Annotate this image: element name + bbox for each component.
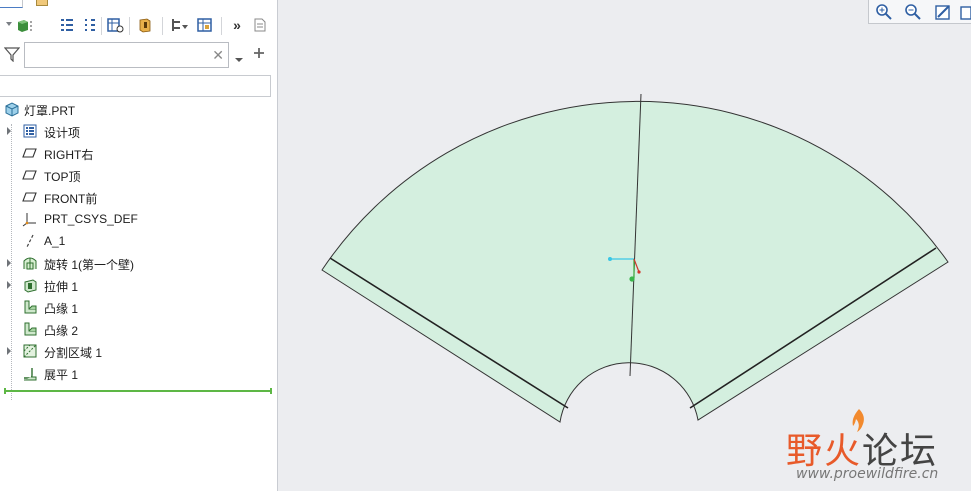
expand-arrow-icon[interactable] (7, 347, 11, 355)
layer-view-icon[interactable] (104, 15, 126, 35)
revolve-wall-icon (22, 255, 38, 271)
model-tree-panel: » ✕ 灯罩.PRT 设计项 RIGHT右 TOP顶 FRONT前 PRT_CS… (0, 0, 278, 491)
tree-item-label: PRT_CSYS_DEF (44, 212, 138, 226)
flame-icon (852, 409, 864, 432)
panel-tab-strip (0, 0, 277, 8)
tree-search-box: ✕ (24, 42, 229, 68)
expand-arrow-icon[interactable] (7, 281, 11, 289)
layers-icon (22, 123, 38, 139)
datum-plane-icon (22, 167, 38, 183)
tree-item-label: RIGHT右 (44, 148, 94, 162)
insert-here-marker[interactable] (4, 388, 272, 394)
notes-icon[interactable] (250, 15, 270, 35)
extrude-icon (22, 277, 38, 293)
tree-root-part[interactable]: 灯罩.PRT (0, 98, 277, 120)
tree-item-label: FRONT前 (44, 192, 98, 206)
tree-item-label: 凸缘 1 (44, 302, 79, 316)
tree-search-input[interactable] (29, 44, 213, 68)
tree-item-right-plane[interactable]: RIGHT右 (0, 142, 277, 164)
part-icon (4, 101, 20, 117)
app-window: » ✕ 灯罩.PRT 设计项 RIGHT右 TOP顶 FRONT前 PRT_CS… (0, 0, 971, 491)
tree-item-axis[interactable]: A_1 (0, 230, 277, 252)
table-view-icon[interactable] (194, 15, 216, 35)
tree-item-flange-1[interactable]: 凸缘 1 (0, 296, 277, 318)
tree-columns-icon[interactable] (56, 15, 78, 35)
tree-item-label: 拉伸 1 (44, 280, 79, 294)
forum-watermark: 野火论坛 www.proewildfire.cn (786, 408, 971, 488)
watermark-url: www.proewildfire.cn (796, 466, 939, 482)
zoom-in-icon[interactable] (873, 1, 895, 23)
filter-funnel-icon[interactable] (3, 46, 21, 67)
flange-icon (22, 321, 38, 337)
zoom-out-icon[interactable] (902, 1, 924, 23)
expand-arrow-icon[interactable] (7, 259, 11, 267)
tree-item-flange-2[interactable]: 凸缘 2 (0, 318, 277, 340)
toolbar-separator (221, 17, 222, 35)
tree-filter-bar: ✕ (0, 42, 277, 70)
search-dropdown-icon[interactable] (234, 51, 244, 69)
toolbar-separator (162, 17, 163, 35)
toolbar-separator (101, 17, 102, 35)
tree-item-label: A_1 (44, 234, 66, 248)
datum-plane-icon (22, 145, 38, 161)
show-menu-button[interactable] (4, 15, 34, 35)
tree-settings-icon[interactable] (168, 15, 192, 35)
tree-item-design-items[interactable]: 设计项 (0, 120, 277, 142)
datum-axis-icon (22, 233, 38, 249)
tree-item-label: 凸缘 2 (44, 324, 79, 338)
add-filter-icon[interactable] (252, 46, 266, 65)
unbend-icon (22, 365, 38, 381)
model-tree-tab[interactable] (0, 0, 23, 8)
tree-item-label: 展平 1 (44, 368, 79, 382)
tree-item-top-plane[interactable]: TOP顶 (0, 164, 277, 186)
split-area-icon (22, 343, 38, 359)
flange-icon (22, 299, 38, 315)
folder-tab[interactable] (36, 0, 48, 6)
expand-arrow-icon[interactable] (7, 127, 11, 135)
tree-filter-icon[interactable] (80, 15, 100, 35)
tree-item-csys[interactable]: PRT_CSYS_DEF (0, 208, 277, 230)
tree-root-label: 灯罩.PRT (24, 104, 76, 118)
tree-item-label: TOP顶 (44, 170, 81, 184)
more-tools-button[interactable]: » (228, 15, 246, 35)
tree-item-label: 设计项 (44, 126, 81, 140)
clear-search-icon[interactable]: ✕ (212, 47, 224, 63)
tree-item-revolve-wall[interactable]: 旋转 1(第一个壁) (0, 252, 277, 274)
sheetmetal-icon[interactable] (134, 15, 156, 35)
csys-icon (22, 211, 38, 227)
tree-header-strip (0, 75, 271, 97)
model-tree-toolbar: » (0, 12, 277, 40)
tree-item-front-plane[interactable]: FRONT前 (0, 186, 277, 208)
tree-item-split-area[interactable]: 分割区域 1 (0, 340, 277, 362)
tree-item-extrude[interactable]: 拉伸 1 (0, 274, 277, 296)
tree-item-unbend[interactable]: 展平 1 (0, 362, 277, 384)
datum-plane-icon (22, 189, 38, 205)
tree-item-label: 旋转 1(第一个壁) (44, 258, 135, 272)
view-toolbar (868, 0, 971, 24)
repaint-icon[interactable] (959, 1, 971, 23)
tree-item-label: 分割区域 1 (44, 346, 103, 360)
toolbar-separator (129, 17, 130, 35)
refit-icon[interactable] (932, 1, 954, 23)
